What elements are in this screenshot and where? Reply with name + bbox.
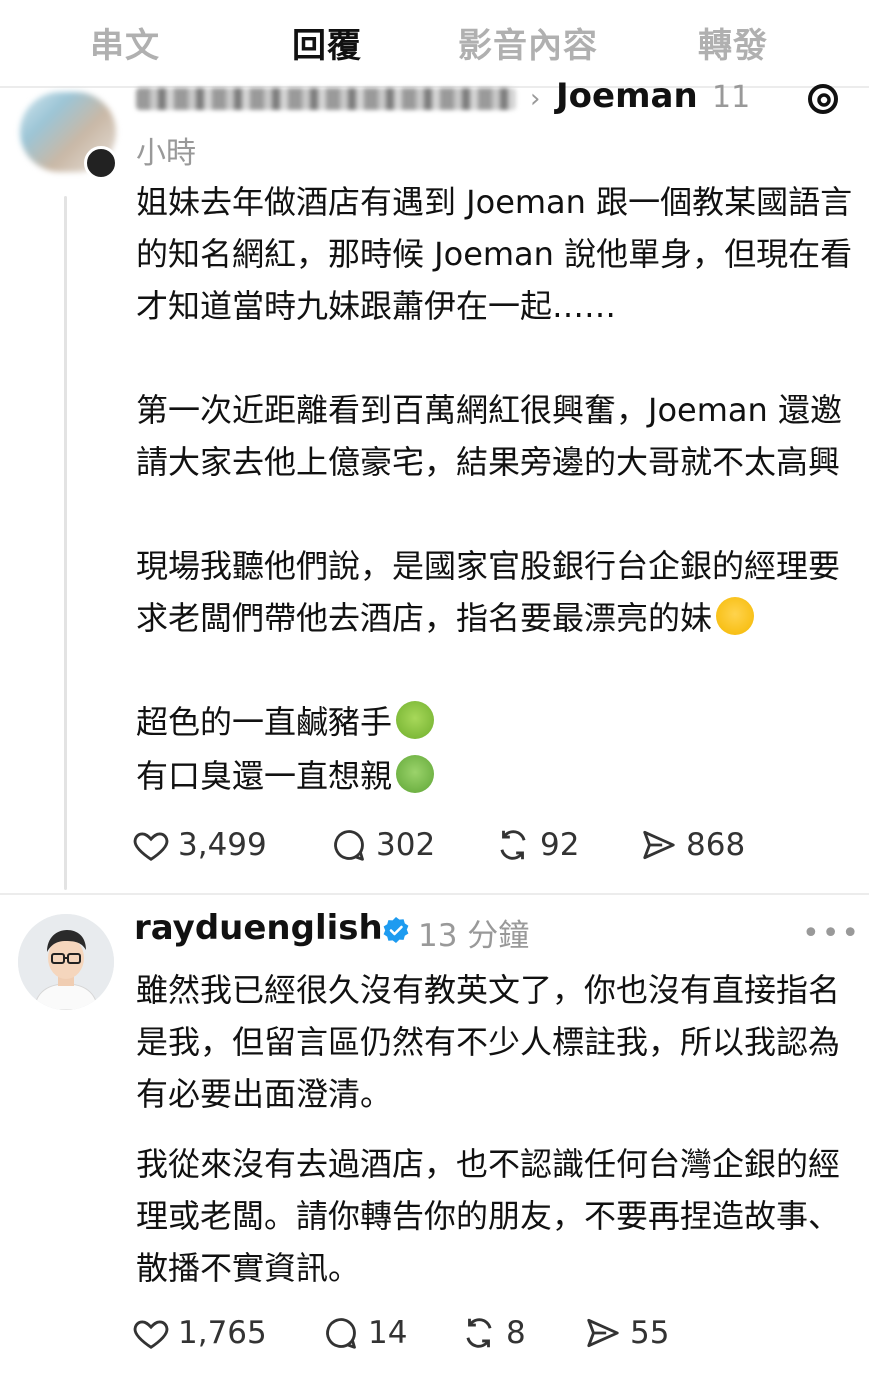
- paragraph-5: 有口臭還一直想親: [136, 750, 856, 802]
- paragraph-2: 我從來沒有去過酒店，也不認識任何台灣企銀的經理或老闆。請你轉告你的朋友，不要再捏…: [136, 1145, 841, 1287]
- nauseated-emoji-icon: [396, 755, 435, 793]
- reply-target-username[interactable]: Joeman: [556, 76, 698, 116]
- avatar[interactable]: [18, 914, 114, 1010]
- paragraph-2: 第一次近距離看到百萬網紅很興奮，Joeman 還邀請大家去他上億豪宅，結果旁邊的…: [136, 391, 842, 481]
- repost-button[interactable]: 8: [460, 1314, 526, 1352]
- threads-logo-icon: [808, 84, 838, 114]
- repost-icon: [466, 1318, 492, 1348]
- eye-roll-emoji-icon: [716, 597, 755, 635]
- repost-button[interactable]: 92: [494, 826, 579, 864]
- paragraph-3: 現場我聽他們說，是國家官股銀行台企銀的經理要求老闆們帶他去酒店，指名要最漂亮的妹: [136, 547, 841, 637]
- post1-actions: 3,499 302 92 868: [132, 826, 852, 866]
- paragraph-4: 超色的一直鹹豬手: [136, 696, 856, 748]
- like-button[interactable]: 3,499: [132, 826, 267, 864]
- blurred-username[interactable]: [136, 88, 516, 110]
- post-body-4: 超色的一直鹹豬手: [136, 696, 856, 748]
- like-count: 3,499: [178, 827, 267, 863]
- comment-count: 14: [368, 1315, 408, 1351]
- heart-icon: [133, 1320, 169, 1349]
- vomit-emoji-icon: [396, 701, 435, 739]
- profile-tabs: 串文 回覆 影音內容 轉發: [0, 0, 869, 86]
- post-divider: [0, 893, 869, 895]
- post-body-3: 現場我聽他們說，是國家官股銀行台企銀的經理要求老闆們帶他去酒店，指名要最漂亮的妹: [136, 540, 856, 644]
- thread-line: [64, 196, 67, 890]
- repost-icon: [500, 830, 526, 860]
- tab-threads[interactable]: 串文: [90, 18, 160, 67]
- like-button[interactable]: 1,765: [132, 1314, 267, 1352]
- post-time: 11: [712, 80, 751, 115]
- reply-body-2: 我從來沒有去過酒店，也不認識任何台灣企銀的經理或老闆。請你轉告你的朋友，不要再捏…: [136, 1138, 856, 1294]
- comment-bubble-icon: [334, 830, 364, 861]
- tab-replies[interactable]: 回覆: [292, 18, 362, 67]
- heart-icon: [133, 832, 169, 861]
- share-count: 868: [686, 827, 746, 863]
- post-body-2: 第一次近距離看到百萬網紅很興奮，Joeman 還邀請大家去他上億豪宅，結果旁邊的…: [136, 384, 856, 488]
- reply-arrow-icon: ›: [530, 84, 541, 114]
- post-body-5: 有口臭還一直想親: [136, 750, 856, 802]
- repost-count: 92: [540, 827, 580, 863]
- avatar-badge: [84, 146, 118, 180]
- share-button[interactable]: 55: [584, 1314, 669, 1352]
- tab-media[interactable]: 影音內容: [458, 18, 598, 67]
- username[interactable]: rayduenglish: [134, 908, 383, 948]
- comment-button[interactable]: 302: [330, 826, 435, 864]
- reply-body-1: 雖然我已經很久沒有教英文了，你也沒有直接指名是我，但留言區仍然有不少人標註我，所…: [136, 964, 856, 1120]
- paragraph-1: 姐妹去年做酒店有遇到 Joeman 跟一個教某國語言的知名網紅，那時候 Joem…: [136, 183, 853, 325]
- comment-button[interactable]: 14: [322, 1314, 407, 1352]
- comment-bubble-icon: [326, 1318, 356, 1349]
- tab-reposts[interactable]: 轉發: [698, 18, 768, 67]
- person-avatar-icon: [18, 914, 114, 1010]
- paragraph-1: 雖然我已經很久沒有教英文了，你也沒有直接指名是我，但留言區仍然有不少人標註我，所…: [136, 971, 841, 1113]
- repost-count: 8: [506, 1315, 526, 1351]
- post2-actions: 1,765 14 8 55: [132, 1314, 852, 1354]
- share-count: 55: [630, 1315, 670, 1351]
- post-body: 姐妹去年做酒店有遇到 Joeman 跟一個教某國語言的知名網紅，那時候 Joem…: [136, 176, 856, 332]
- like-count: 1,765: [178, 1315, 267, 1351]
- share-button[interactable]: 868: [640, 826, 745, 864]
- post-time-unit: 小時: [136, 136, 196, 171]
- verified-badge-icon: [383, 917, 409, 943]
- more-dots-icon[interactable]: •••: [802, 916, 861, 951]
- share-send-icon: [587, 1318, 619, 1348]
- share-send-icon: [643, 830, 675, 860]
- comment-count: 302: [376, 827, 436, 863]
- post-time: 13 分鐘: [418, 918, 530, 954]
